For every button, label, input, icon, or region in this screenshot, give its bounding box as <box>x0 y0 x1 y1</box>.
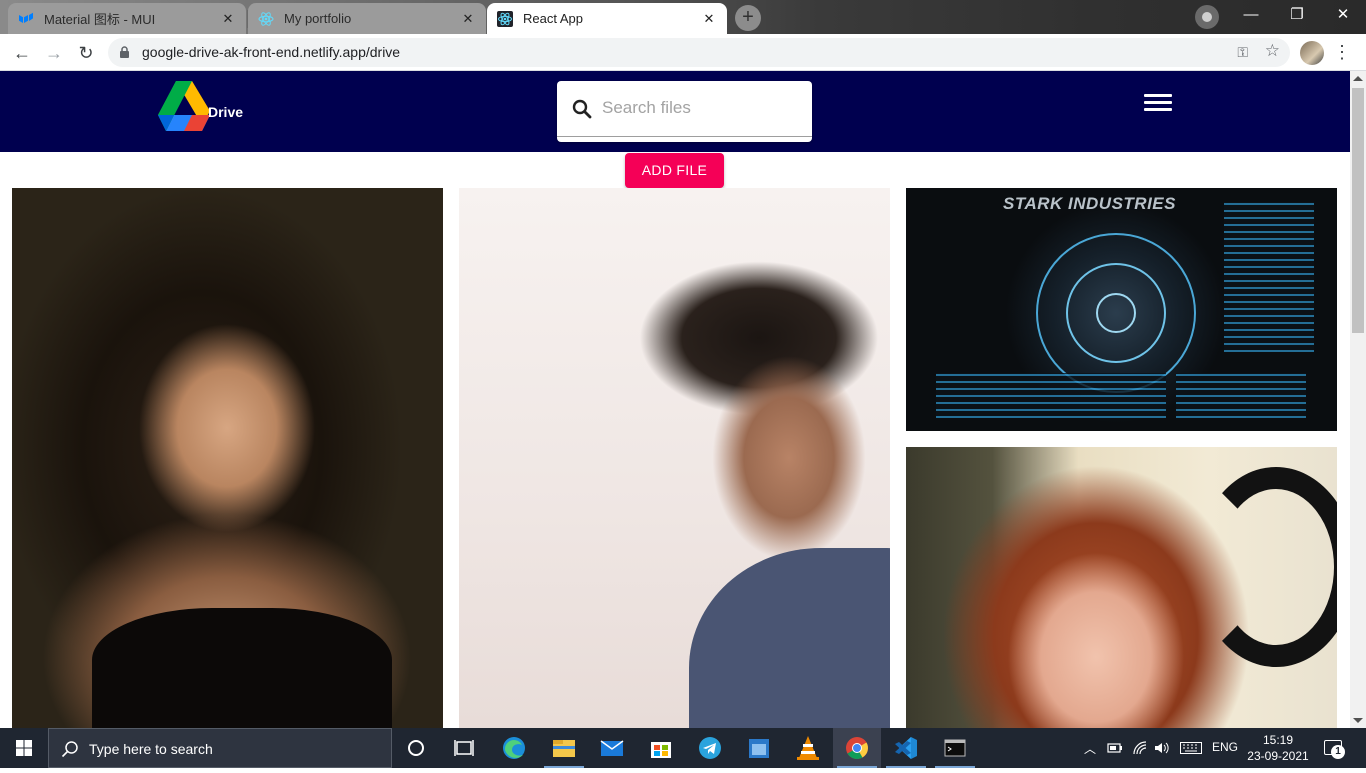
browser-tab-strip: Material 图标 - MUI ✕ My portfolio ✕ React… <box>0 0 1366 34</box>
windows-taskbar: Type here to search ︿ ENG 15:19 23-09-20… <box>0 728 1366 768</box>
mail-icon[interactable] <box>588 728 636 768</box>
tab-material-icons[interactable]: Material 图标 - MUI ✕ <box>8 3 246 34</box>
search-underline <box>557 136 812 137</box>
scroll-up-icon[interactable] <box>1353 76 1363 81</box>
tab-label: Material 图标 - MUI <box>44 12 156 27</box>
close-icon[interactable]: ✕ <box>701 11 717 27</box>
back-icon[interactable]: ← <box>10 41 34 65</box>
scroll-down-icon[interactable] <box>1353 718 1363 723</box>
search-icon <box>572 99 592 119</box>
language-indicator[interactable]: ENG <box>1212 740 1238 754</box>
profile-avatar[interactable] <box>1300 41 1324 65</box>
taskbar-clock[interactable]: 15:19 23-09-2021 <box>1245 732 1311 764</box>
page-scrollbar[interactable] <box>1350 71 1366 728</box>
search-input[interactable] <box>602 95 802 121</box>
wifi-icon[interactable] <box>1132 740 1148 756</box>
scroll-thumb[interactable] <box>1352 88 1364 333</box>
taskbar-search-text: Type here to search <box>89 741 213 757</box>
cortana-icon[interactable] <box>392 728 440 768</box>
terminal-icon[interactable] <box>931 728 979 768</box>
react-icon <box>258 11 274 26</box>
key-icon[interactable]: ⚿ <box>1237 44 1248 61</box>
windows-logo-icon <box>16 740 32 756</box>
hud-panel <box>1176 373 1306 418</box>
gallery-image-portrait-woman-dark[interactable] <box>12 188 443 728</box>
gallery-image-portrait-woman-red-hair[interactable] <box>906 447 1337 728</box>
tab-my-portfolio[interactable]: My portfolio ✕ <box>248 3 486 34</box>
drive-logo-icon[interactable] <box>158 81 210 131</box>
task-view-icon[interactable] <box>440 728 488 768</box>
image-detail <box>689 548 890 728</box>
minimize-button[interactable]: — <box>1228 0 1274 32</box>
vscode-icon[interactable] <box>882 728 930 768</box>
gallery-image-stark-hud[interactable]: STARK INDUSTRIES <box>906 188 1337 431</box>
start-button[interactable] <box>0 728 48 768</box>
telegram-icon[interactable] <box>686 728 734 768</box>
react-icon <box>497 10 513 27</box>
close-icon[interactable]: ✕ <box>460 11 476 27</box>
hamburger-menu-icon[interactable] <box>1144 94 1174 118</box>
vlc-icon[interactable] <box>784 728 832 768</box>
browser-menu-icon[interactable]: ⋮ <box>1333 40 1351 64</box>
forward-icon[interactable]: → <box>42 41 66 65</box>
tab-label: My portfolio <box>284 11 352 26</box>
profile-menu-icon[interactable] <box>1195 5 1219 29</box>
clock-date: 23-09-2021 <box>1247 749 1309 763</box>
volume-icon[interactable] <box>1154 741 1170 755</box>
bookmark-star-icon[interactable]: ☆ <box>1265 41 1280 61</box>
image-detail <box>1196 467 1337 667</box>
taskbar-search[interactable]: Type here to search <box>48 728 392 768</box>
close-icon[interactable]: ✕ <box>220 11 236 27</box>
file-explorer-icon[interactable] <box>540 728 588 768</box>
tab-react-app[interactable]: React App ✕ <box>487 3 727 34</box>
mui-icon <box>19 12 33 23</box>
notification-count: 1 <box>1331 745 1345 759</box>
battery-icon[interactable] <box>1107 742 1123 754</box>
chrome-icon[interactable] <box>833 728 881 768</box>
app-header: Drive <box>0 71 1350 152</box>
clock-time: 15:19 <box>1262 733 1294 747</box>
edge-icon[interactable] <box>490 728 538 768</box>
logo-text: Drive <box>208 104 244 120</box>
app-window-icon[interactable] <box>735 728 783 768</box>
add-file-button[interactable]: ADD FILE <box>625 153 724 188</box>
show-hidden-icons-chevron-icon[interactable]: ︿ <box>1084 740 1096 757</box>
microsoft-store-icon[interactable] <box>637 728 685 768</box>
browser-toolbar: ← → ↻ google-drive-ak-front-end.netlify.… <box>0 34 1366 71</box>
image-detail <box>92 608 392 728</box>
reload-icon[interactable]: ↻ <box>74 41 98 65</box>
search-box[interactable] <box>557 81 812 142</box>
gallery-image-portrait-man[interactable] <box>459 188 890 728</box>
notification-center-icon[interactable]: 1 <box>1324 740 1345 759</box>
hud-panel <box>1224 202 1314 352</box>
address-bar[interactable]: google-drive-ak-front-end.netlify.app/dr… <box>108 38 1290 67</box>
web-page: Drive ADD FILE STARK INDUSTRIES <box>0 71 1350 728</box>
url-text[interactable]: google-drive-ak-front-end.netlify.app/dr… <box>142 44 400 60</box>
keyboard-icon[interactable] <box>1180 742 1202 754</box>
search-icon <box>61 741 78 758</box>
close-window-button[interactable]: ✕ <box>1320 0 1366 32</box>
hud-panel <box>936 373 1166 418</box>
restore-button[interactable]: ❐ <box>1274 0 1320 32</box>
new-tab-button[interactable]: + <box>735 5 761 31</box>
lock-icon[interactable] <box>119 46 130 58</box>
hud-title: STARK INDUSTRIES <box>1003 194 1176 213</box>
tab-label: React App <box>523 11 583 26</box>
hud-ring <box>1096 293 1136 333</box>
